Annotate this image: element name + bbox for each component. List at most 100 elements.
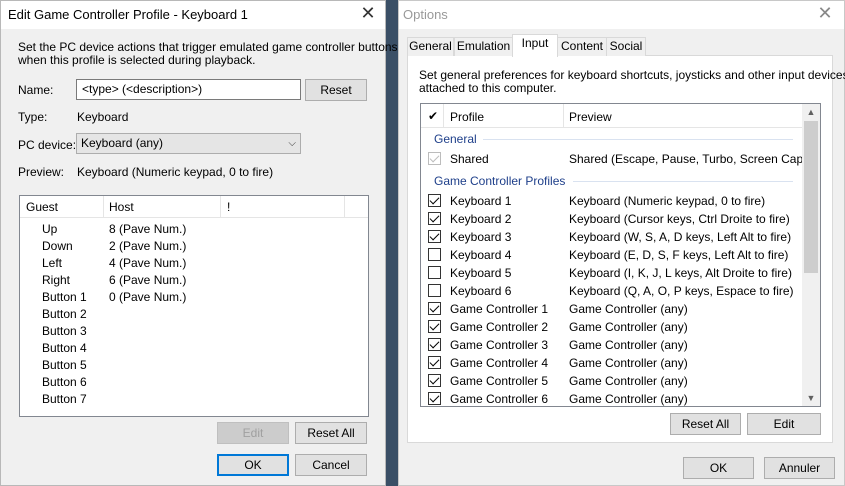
scroll-up-icon[interactable]: ▲ xyxy=(802,104,820,120)
mapping-row[interactable]: Down 2 (Pave Num.) xyxy=(20,238,368,255)
edit-profile-description-1: Set the PC device actions that trigger e… xyxy=(18,40,398,54)
profile-name: Game Controller 6 xyxy=(450,392,549,406)
guest-cell: Right xyxy=(42,273,71,287)
list-item[interactable]: Game Controller 2 Game Controller (any) xyxy=(421,318,803,336)
profile-list-scrollbar[interactable]: ▲ ▼ xyxy=(802,104,820,406)
host-cell: 4 (Pave Num.) xyxy=(109,256,187,270)
pc-device-value: Keyboard (any) xyxy=(81,136,164,150)
options-description-2: attached to this computer. xyxy=(419,81,557,95)
column-preview[interactable]: Preview xyxy=(569,110,612,124)
type-label: Type: xyxy=(18,110,48,124)
profile-checkbox[interactable] xyxy=(428,374,441,387)
mapping-row[interactable]: Button 7 xyxy=(20,391,368,408)
mapping-row[interactable]: Left 4 (Pave Num.) xyxy=(20,255,368,272)
guest-cell: Button 3 xyxy=(42,324,87,338)
mapping-row[interactable]: Button 6 xyxy=(20,374,368,391)
tab-general[interactable]: General xyxy=(407,37,454,56)
profile-list-header: ✔ Profile Preview xyxy=(421,104,803,128)
tab-social[interactable]: Social xyxy=(606,37,646,56)
list-item[interactable]: Keyboard 5 Keyboard (I, K, J, L keys, Alt… xyxy=(421,264,803,282)
profile-checkbox[interactable] xyxy=(428,302,441,315)
list-item[interactable]: Game Controller 6 Game Controller (any) xyxy=(421,390,803,406)
edit-profile-titlebar: Edit Game Controller Profile - Keyboard … xyxy=(1,1,385,29)
mapping-row[interactable]: Button 3 xyxy=(20,323,368,340)
list-item[interactable]: Game Controller 4 Game Controller (any) xyxy=(421,354,803,372)
profile-checkbox[interactable] xyxy=(428,320,441,333)
list-item[interactable]: Game Controller 1 Game Controller (any) xyxy=(421,300,803,318)
column-guest[interactable]: Guest xyxy=(26,200,58,214)
mapping-row[interactable]: Up 8 (Pave Num.) xyxy=(20,221,368,238)
ok-button[interactable]: OK xyxy=(217,454,289,476)
profile-name: Keyboard 1 xyxy=(450,194,512,208)
edit-profile-description-2: when this profile is selected during pla… xyxy=(18,53,256,67)
profile-checkbox[interactable] xyxy=(428,230,441,243)
mapping-list[interactable]: Guest Host ! Up 8 (Pave Num.) Down 2 (Pave… xyxy=(19,195,369,417)
reset-button[interactable]: Reset xyxy=(305,79,367,101)
group-general: General xyxy=(434,132,477,146)
profile-checkbox[interactable] xyxy=(428,392,441,405)
profile-checkbox[interactable] xyxy=(428,356,441,369)
column-profile[interactable]: Profile xyxy=(450,110,484,124)
profile-preview: Keyboard (E, D, S, F keys, Left Alt to f… xyxy=(569,248,789,262)
mapping-row[interactable]: Right 6 (Pave Num.) xyxy=(20,272,368,289)
close-icon[interactable]: ✕ xyxy=(808,1,842,29)
type-value: Keyboard xyxy=(77,110,129,124)
profile-name: Keyboard 5 xyxy=(450,266,512,280)
mapping-row[interactable]: Button 1 0 (Pave Num.) xyxy=(20,289,368,306)
tab-content[interactable]: Content xyxy=(557,37,607,56)
profile-checkbox[interactable] xyxy=(428,338,441,351)
list-item[interactable]: Keyboard 4 Keyboard (E, D, S, F keys, Lef… xyxy=(421,246,803,264)
mapping-row[interactable]: Button 5 xyxy=(20,357,368,374)
profile-list[interactable]: ✔ Profile Preview General Shared Shared … xyxy=(420,103,821,407)
options-ok-button[interactable]: OK xyxy=(683,457,754,479)
name-field[interactable]: <type> (<description>) xyxy=(76,79,301,100)
scroll-down-icon[interactable]: ▼ xyxy=(802,390,820,406)
guest-cell: Up xyxy=(42,222,58,236)
profile-checkbox[interactable] xyxy=(428,248,441,261)
list-item[interactable]: Keyboard 2 Keyboard (Cursor keys, Ctrl Dr… xyxy=(421,210,803,228)
host-cell: 6 (Pave Num.) xyxy=(109,273,187,287)
guest-cell: Button 2 xyxy=(42,307,87,321)
scrollbar-thumb[interactable] xyxy=(804,121,818,273)
profile-checkbox[interactable] xyxy=(428,284,441,297)
profile-preview: Keyboard (Cursor keys, Ctrl Droite to fi… xyxy=(569,212,790,226)
list-item[interactable]: Game Controller 5 Game Controller (any) xyxy=(421,372,803,390)
profile-preview: Game Controller (any) xyxy=(569,302,688,316)
reset-all-button[interactable]: Reset All xyxy=(670,413,741,435)
list-item[interactable]: Keyboard 3 Keyboard (W, S, A, D keys, Lef… xyxy=(421,228,803,246)
tab-input[interactable]: Input xyxy=(512,34,558,57)
list-item[interactable]: Keyboard 6 Keyboard (Q, A, O, P keys, Esp… xyxy=(421,282,803,300)
list-item-shared[interactable]: Shared Shared (Escape, Pause, Turbo, Scr… xyxy=(421,150,813,168)
guest-cell: Down xyxy=(42,239,73,253)
edit-mapping-button[interactable]: Edit xyxy=(217,422,289,444)
list-item[interactable]: Game Controller 3 Game Controller (any) xyxy=(421,336,803,354)
reset-all-mappings-button[interactable]: Reset All xyxy=(295,422,367,444)
tab-emulation[interactable]: Emulation xyxy=(454,37,513,56)
close-icon[interactable]: ✕ xyxy=(351,1,385,29)
profile-checkbox[interactable] xyxy=(428,194,441,207)
pc-device-label: PC device: xyxy=(18,138,77,152)
host-cell: 0 (Pave Num.) xyxy=(109,290,187,304)
column-flag[interactable]: ! xyxy=(227,200,230,214)
column-check[interactable]: ✔ xyxy=(428,109,438,123)
profile-checkbox[interactable] xyxy=(428,212,441,225)
list-item[interactable]: Keyboard 1 Keyboard (Numeric keypad, 0 to… xyxy=(421,192,803,210)
pc-device-select[interactable]: Keyboard (any) ⌵ xyxy=(76,133,301,154)
profile-checkbox[interactable] xyxy=(428,266,441,279)
group-divider xyxy=(483,139,793,140)
mapping-list-header: Guest Host ! xyxy=(20,196,368,218)
shared-checkbox[interactable] xyxy=(428,152,441,165)
options-cancel-button[interactable]: Annuler xyxy=(764,457,835,479)
profile-preview: Game Controller (any) xyxy=(569,374,688,388)
cancel-button[interactable]: Cancel xyxy=(295,454,367,476)
profile-preview: Game Controller (any) xyxy=(569,392,688,406)
profile-preview: Keyboard (W, S, A, D keys, Left Alt to f… xyxy=(569,230,792,244)
options-titlebar: Options ✕ xyxy=(399,1,844,29)
edit-profile-button[interactable]: Edit xyxy=(747,413,821,435)
column-host[interactable]: Host xyxy=(109,200,134,214)
host-cell: 2 (Pave Num.) xyxy=(109,239,187,253)
mapping-row[interactable]: Button 2 xyxy=(20,306,368,323)
profile-name: Game Controller 2 xyxy=(450,320,549,334)
mapping-row[interactable]: Button 4 xyxy=(20,340,368,357)
guest-cell: Button 7 xyxy=(42,392,87,406)
